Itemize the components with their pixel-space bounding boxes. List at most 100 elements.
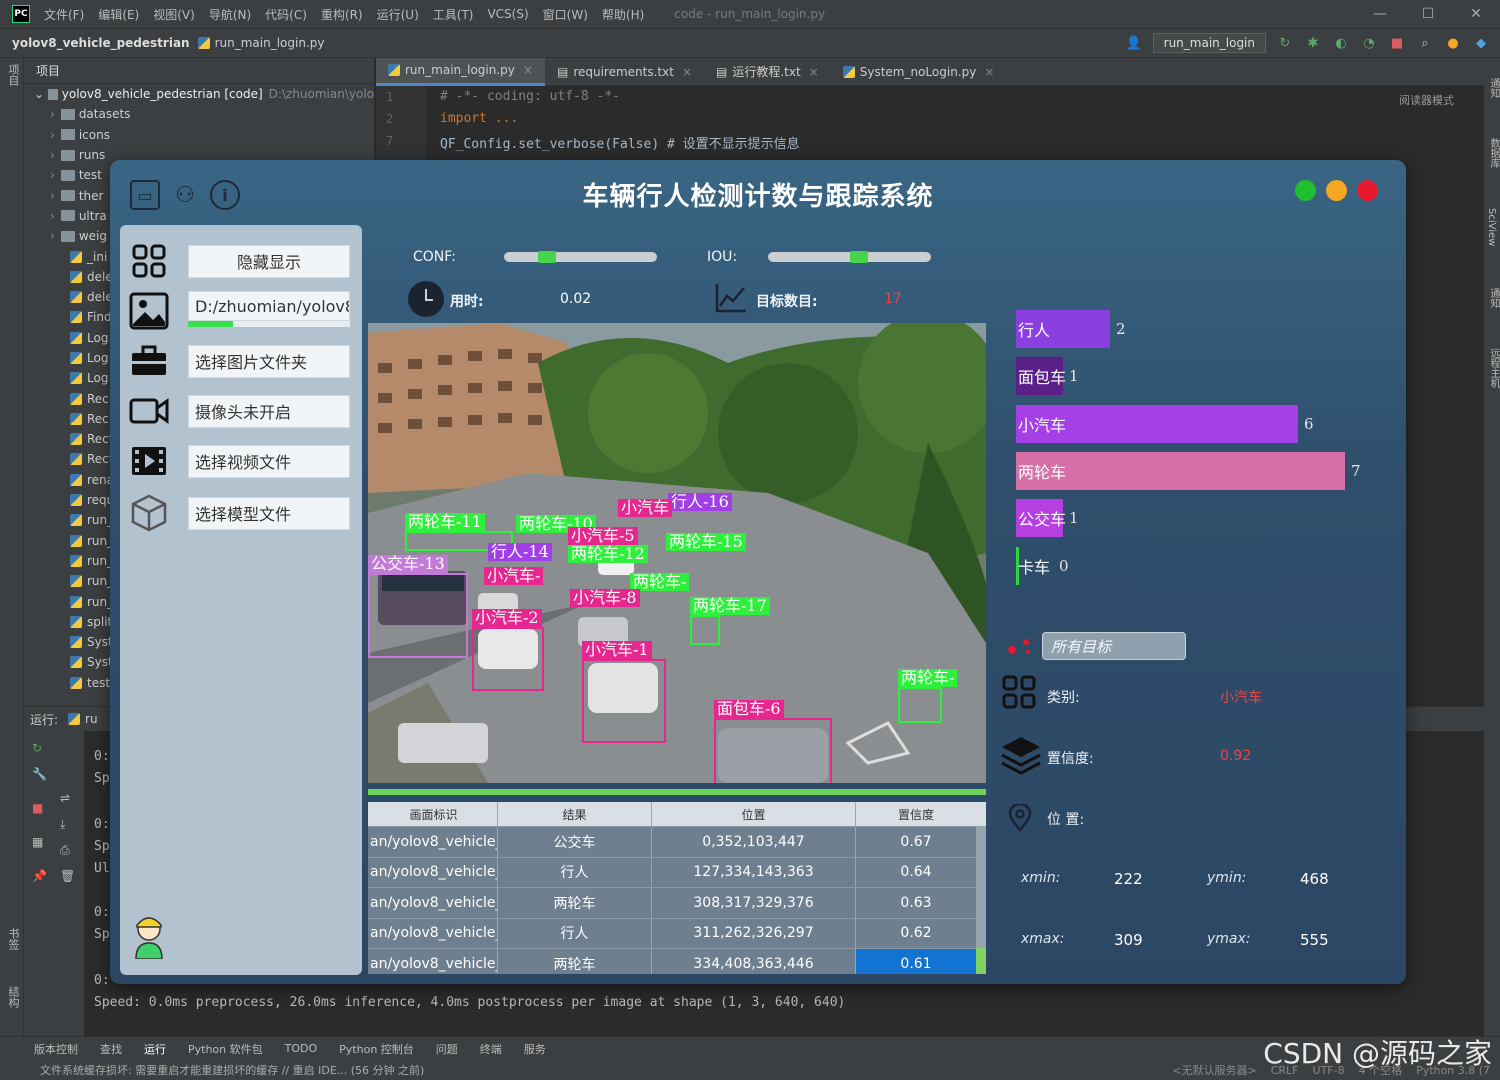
rerun-icon[interactable]: ↻ xyxy=(32,741,42,755)
tool-database[interactable]: 数据库 xyxy=(1486,138,1500,168)
toggle-display-button[interactable]: 隐藏显示 xyxy=(188,244,350,278)
table-row[interactable]: an/yolov8_vehicle_...行人311,262,326,2970.… xyxy=(368,917,986,949)
tool-tab-vcs[interactable]: 版本控制 xyxy=(34,1041,78,1057)
cell-position[interactable]: 127,334,143,363 xyxy=(652,857,856,887)
maximize-icon[interactable]: ☐ xyxy=(1404,0,1452,28)
tool-tab-services[interactable]: 服务 xyxy=(524,1041,546,1057)
profile-icon[interactable]: ◔ xyxy=(1360,34,1378,52)
cell-confidence[interactable]: 0.61 xyxy=(856,949,976,974)
iou-slider-thumb[interactable] xyxy=(849,251,868,263)
select-video-button[interactable]: 选择视频文件 xyxy=(188,444,350,478)
cell-confidence[interactable]: 0.62 xyxy=(856,919,976,949)
tool-project[interactable]: 项目 xyxy=(5,64,21,86)
iou-slider[interactable] xyxy=(768,251,931,263)
cell-position[interactable]: 0,352,103,447 xyxy=(652,827,856,857)
window-yellow-button[interactable] xyxy=(1326,180,1347,201)
table-scrollbar[interactable] xyxy=(976,826,986,974)
header-confidence[interactable]: 置信度 xyxy=(856,802,976,826)
window-green-button[interactable] xyxy=(1295,180,1316,201)
tab-system-nologin[interactable]: System_noLogin.py × xyxy=(831,58,1007,86)
tool-tab-find[interactable]: 查找 xyxy=(100,1041,122,1057)
reader-mode-toggle[interactable]: 阅读器模式 xyxy=(1399,92,1454,108)
cell-frame-id[interactable]: an/yolov8_vehicle_... xyxy=(368,827,498,857)
close-tab-icon[interactable]: × xyxy=(809,65,819,79)
menu-file[interactable]: 文件(F) xyxy=(44,6,84,23)
menu-window[interactable]: 窗口(W) xyxy=(543,6,588,23)
tool-tab-console[interactable]: Python 控制台 xyxy=(339,1041,414,1057)
tree-root[interactable]: ⌄ yolov8_vehicle_pedestrian [code] D:\zh… xyxy=(24,84,374,104)
menu-run[interactable]: 运行(U) xyxy=(377,6,419,23)
tool-tab-problems[interactable]: 问题 xyxy=(436,1041,458,1057)
header-frame-id[interactable]: 画面标识 xyxy=(368,802,498,826)
debug-icon[interactable]: ✱ xyxy=(1304,34,1322,52)
rerun-icon[interactable]: ↻ xyxy=(1276,34,1294,52)
tab-run-main-login[interactable]: run_main_login.py × xyxy=(376,57,545,86)
table-row[interactable]: an/yolov8_vehicle_...公交车0,352,103,4470.6… xyxy=(368,826,986,857)
window-red-button[interactable] xyxy=(1357,180,1378,201)
cell-result[interactable]: 行人 xyxy=(498,857,652,887)
update-icon[interactable]: ● xyxy=(1444,34,1462,52)
tool-notify[interactable]: 通知 xyxy=(1486,288,1500,308)
cell-result[interactable]: 行人 xyxy=(498,918,652,948)
menu-help[interactable]: 帮助(H) xyxy=(602,6,644,23)
cell-confidence[interactable]: 0.63 xyxy=(856,888,976,918)
wrench-icon[interactable]: 🔧 xyxy=(32,767,47,781)
select-image-folder-button[interactable]: 选择图片文件夹 xyxy=(188,344,350,378)
image-path-field[interactable]: D:/zhuomian/yolov8_v xyxy=(188,291,350,321)
plugin-icon[interactable]: ◆ xyxy=(1472,34,1490,52)
table-row[interactable]: an/yolov8_vehicle_...行人127,334,143,3630.… xyxy=(368,856,986,888)
close-tab-icon[interactable]: × xyxy=(984,65,994,79)
conf-slider[interactable] xyxy=(504,251,657,263)
cell-position[interactable]: 308,317,329,376 xyxy=(652,888,856,918)
tool-bookmarks[interactable]: 书签 xyxy=(5,928,21,950)
table-row[interactable]: an/yolov8_vehicle_...两轮车334,408,363,4460… xyxy=(368,948,986,974)
scroll-end-icon[interactable]: ⤓ xyxy=(60,817,65,832)
trash-icon[interactable]: 🗑 xyxy=(60,869,75,883)
run-configuration-select[interactable]: run_main_login xyxy=(1152,33,1266,53)
menu-code[interactable]: 代码(C) xyxy=(265,6,307,23)
tool-remote-host[interactable]: 远程主机 xyxy=(1486,348,1500,388)
tab-requirements[interactable]: ▤ requirements.txt × xyxy=(545,58,704,86)
minimize-icon[interactable]: — xyxy=(1356,0,1404,28)
cell-confidence[interactable]: 0.64 xyxy=(856,858,976,888)
tool-sciview[interactable]: SciView xyxy=(1486,208,1497,246)
cell-frame-id[interactable]: an/yolov8_vehicle_... xyxy=(368,918,498,948)
tab-tutorial[interactable]: ▤ 运行教程.txt × xyxy=(704,58,831,86)
tool-tab-run[interactable]: 运行 xyxy=(144,1041,166,1057)
close-tab-icon[interactable]: × xyxy=(523,63,533,77)
menu-view[interactable]: 视图(V) xyxy=(153,6,195,23)
menu-refactor[interactable]: 重构(R) xyxy=(321,6,363,23)
tool-tab-packages[interactable]: Python 软件包 xyxy=(188,1041,263,1057)
cell-position[interactable]: 334,408,363,446 xyxy=(652,949,856,974)
cell-result[interactable]: 两轮车 xyxy=(498,888,652,918)
project-panel-label[interactable]: 项目 xyxy=(36,62,60,79)
stop-icon[interactable]: ■ xyxy=(1388,34,1406,52)
breadcrumb-project[interactable]: yolov8_vehicle_pedestrian xyxy=(12,36,190,50)
menu-vcs[interactable]: VCS(S) xyxy=(487,7,528,21)
cell-result[interactable]: 公交车 xyxy=(498,827,652,857)
cell-frame-id[interactable]: an/yolov8_vehicle_... xyxy=(368,949,498,974)
cell-position[interactable]: 311,262,326,297 xyxy=(652,918,856,948)
cell-result[interactable]: 两轮车 xyxy=(498,949,652,974)
conf-slider-thumb[interactable] xyxy=(538,251,557,263)
target-select-dropdown[interactable]: 所有目标 xyxy=(1042,632,1186,660)
print-icon[interactable]: ⎙ xyxy=(60,843,70,858)
status-server[interactable]: <无默认服务器> xyxy=(1172,1062,1256,1078)
header-result[interactable]: 结果 xyxy=(498,802,652,826)
tool-tab-terminal[interactable]: 终端 xyxy=(480,1041,502,1057)
tool-notifications[interactable]: 通知 xyxy=(1486,78,1500,98)
breadcrumb-file[interactable]: run_main_login.py xyxy=(215,36,325,50)
run-tab[interactable]: ru xyxy=(85,712,98,726)
status-message[interactable]: 文件系统缓存损坏: 需要重启才能重建损坏的缓存 // 重启 IDE... (56… xyxy=(40,1062,424,1078)
camera-toggle-button[interactable]: 摄像头未开启 xyxy=(188,394,350,428)
layout-icon[interactable]: ▦ xyxy=(32,835,43,849)
cell-frame-id[interactable]: an/yolov8_vehicle_... xyxy=(368,888,498,918)
tool-structure[interactable]: 结构 xyxy=(5,986,21,1008)
cell-frame-id[interactable]: an/yolov8_vehicle_... xyxy=(368,857,498,887)
search-icon[interactable]: ⌕ xyxy=(1416,34,1434,52)
close-icon[interactable]: ✕ xyxy=(1452,0,1500,28)
tree-folder[interactable]: › icons xyxy=(24,125,374,145)
menu-navigate[interactable]: 导航(N) xyxy=(209,6,251,23)
close-tab-icon[interactable]: × xyxy=(682,65,692,79)
header-position[interactable]: 位置 xyxy=(652,802,856,826)
